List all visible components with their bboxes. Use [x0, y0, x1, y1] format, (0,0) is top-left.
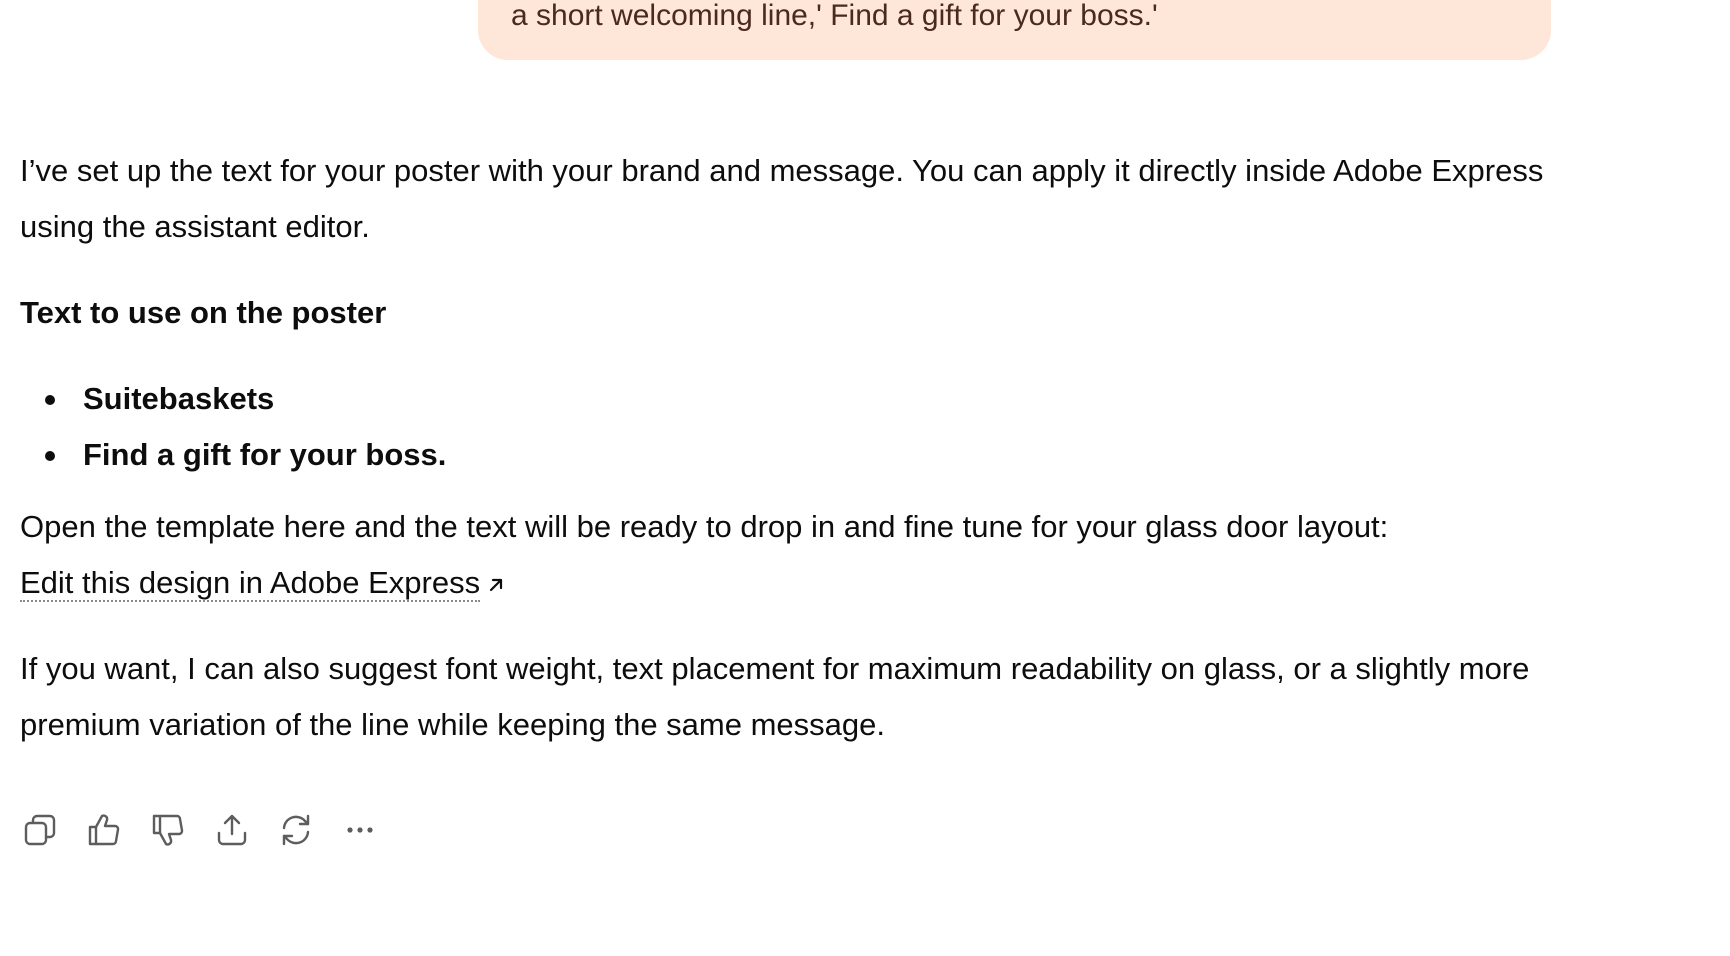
thumbs-down-button[interactable] — [148, 810, 188, 850]
poster-text-list: Suitebaskets Find a gift for your boss. — [20, 371, 1550, 483]
poster-text-heading: Text to use on the poster — [20, 295, 387, 330]
thumbs-up-button[interactable] — [84, 810, 124, 850]
copy-icon — [24, 814, 56, 846]
edit-in-adobe-express-link[interactable]: Edit this design in Adobe Express — [20, 565, 481, 602]
message-action-bar — [20, 806, 404, 854]
more-icon — [347, 827, 373, 833]
thumbs-up-icon — [88, 814, 120, 846]
more-options-button[interactable] — [340, 810, 380, 850]
list-item-label: Suitebaskets — [83, 381, 275, 416]
assistant-closing-text: If you want, I can also suggest font wei… — [20, 651, 1530, 742]
open-template-text: Open the template here and the text will… — [20, 509, 1389, 544]
user-message-bubble: a short welcoming line,' Find a gift for… — [478, 0, 1551, 60]
assistant-intro-text: I’ve set up the text for your poster wit… — [20, 153, 1544, 244]
regenerate-icon — [282, 814, 310, 846]
regenerate-button[interactable] — [276, 810, 316, 850]
bullet-icon — [45, 451, 55, 461]
user-message-text: a short welcoming line,' Find a gift for… — [511, 0, 1158, 32]
copy-button[interactable] — [20, 810, 60, 850]
assistant-message: I’ve set up the text for your poster wit… — [20, 143, 1550, 753]
list-item: Suitebaskets — [20, 371, 1550, 427]
share-button[interactable] — [212, 810, 252, 850]
list-item: Find a gift for your boss. — [20, 427, 1550, 483]
share-icon — [217, 814, 247, 846]
list-item-label: Find a gift for your boss. — [83, 437, 447, 472]
thumbs-down-icon — [152, 814, 184, 846]
open-template-paragraph: Open the template here and the text will… — [20, 499, 1550, 611]
external-link-icon — [490, 578, 503, 592]
bullet-icon — [45, 395, 55, 405]
